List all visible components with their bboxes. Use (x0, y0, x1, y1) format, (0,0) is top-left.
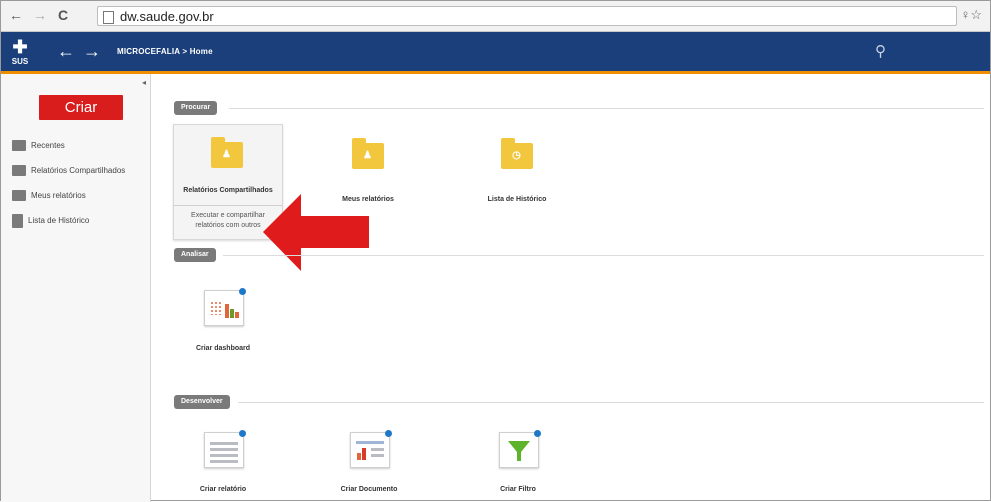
create-button[interactable]: Criar (39, 95, 123, 120)
dashboard-icon (204, 288, 246, 326)
sidebar-item-label: Relatórios Compartilhados (31, 166, 126, 175)
reload-icon[interactable]: C (58, 7, 68, 23)
search-icon[interactable]: ⚲ (875, 42, 886, 60)
forward-arrow-icon[interactable]: → (83, 41, 101, 62)
url-text: dw.saude.gov.br (120, 9, 214, 24)
clock-icon (12, 140, 26, 152)
tile-label: Criar Documento (340, 486, 398, 493)
tile-label: Criar Filtro (500, 486, 536, 493)
funnel-icon (508, 441, 530, 461)
back-icon[interactable]: ← (9, 7, 23, 23)
sidebar-item-shared-reports[interactable]: Relatórios Compartilhados (12, 163, 125, 179)
sus-logo[interactable]: ✚ SUS (9, 37, 31, 67)
bar-chart (357, 444, 369, 460)
collapse-sidebar-icon[interactable]: ◂ (142, 78, 146, 87)
section-divider (238, 402, 984, 403)
logo-text: SUS (11, 57, 29, 66)
back-arrow-icon[interactable]: ← (57, 41, 75, 62)
tile-label: Relatórios Compartilhados (183, 187, 273, 194)
red-arrow-icon (263, 194, 369, 271)
filter-icon (499, 430, 541, 468)
section-desenvolver: Desenvolver (174, 395, 230, 409)
tile-label: Criar relatório (199, 486, 247, 493)
report-grid-icon (204, 430, 246, 468)
user-folder-icon: ♟ (352, 138, 384, 169)
shared-folder-icon: ♟ (211, 137, 243, 168)
sidebar: ◂ Criar Recentes Relatórios Compartilhad… (1, 74, 151, 502)
browser-toolbar: ← → C dw.saude.gov.br ♀☆ (1, 1, 990, 32)
sidebar-item-label: Lista de Histórico (28, 216, 90, 225)
tile-label: Lista de Histórico (487, 196, 547, 203)
cross-icon: ✚ (12, 37, 28, 57)
bookmark-star-icon[interactable]: ♀☆ (961, 7, 982, 23)
sidebar-item-label: Recentes (31, 141, 65, 150)
section-divider (229, 108, 984, 109)
document-chart-icon (350, 430, 392, 468)
section-procurar: Procurar (174, 101, 218, 115)
plus-icon (385, 430, 392, 437)
page-icon (103, 11, 114, 24)
app-header: ✚ SUS ← → MICROCEFALIA > Home ⚲ (1, 32, 990, 74)
sidebar-item-label: Meus relatórios (31, 191, 86, 200)
bar-chart (225, 302, 239, 318)
history-icon (12, 213, 23, 228)
sidebar-item-recentes[interactable]: Recentes (12, 138, 65, 154)
user-folder-icon (12, 190, 26, 202)
plus-icon (239, 288, 246, 295)
sidebar-item-history[interactable]: Lista de Histórico (12, 213, 89, 229)
dot-grid (210, 301, 221, 315)
section-divider (223, 255, 984, 256)
forward-icon[interactable]: → (33, 7, 47, 23)
address-bar[interactable]: dw.saude.gov.br (97, 6, 957, 26)
sidebar-item-my-reports[interactable]: Meus relatórios (12, 188, 86, 204)
plus-icon (239, 430, 246, 437)
history-folder-icon: ◷ (501, 138, 533, 169)
breadcrumb[interactable]: MICROCEFALIA > Home (117, 47, 213, 56)
tile-label: Criar dashboard (195, 345, 251, 352)
shared-folder-icon (12, 165, 26, 177)
section-analisar: Analisar (174, 248, 216, 262)
